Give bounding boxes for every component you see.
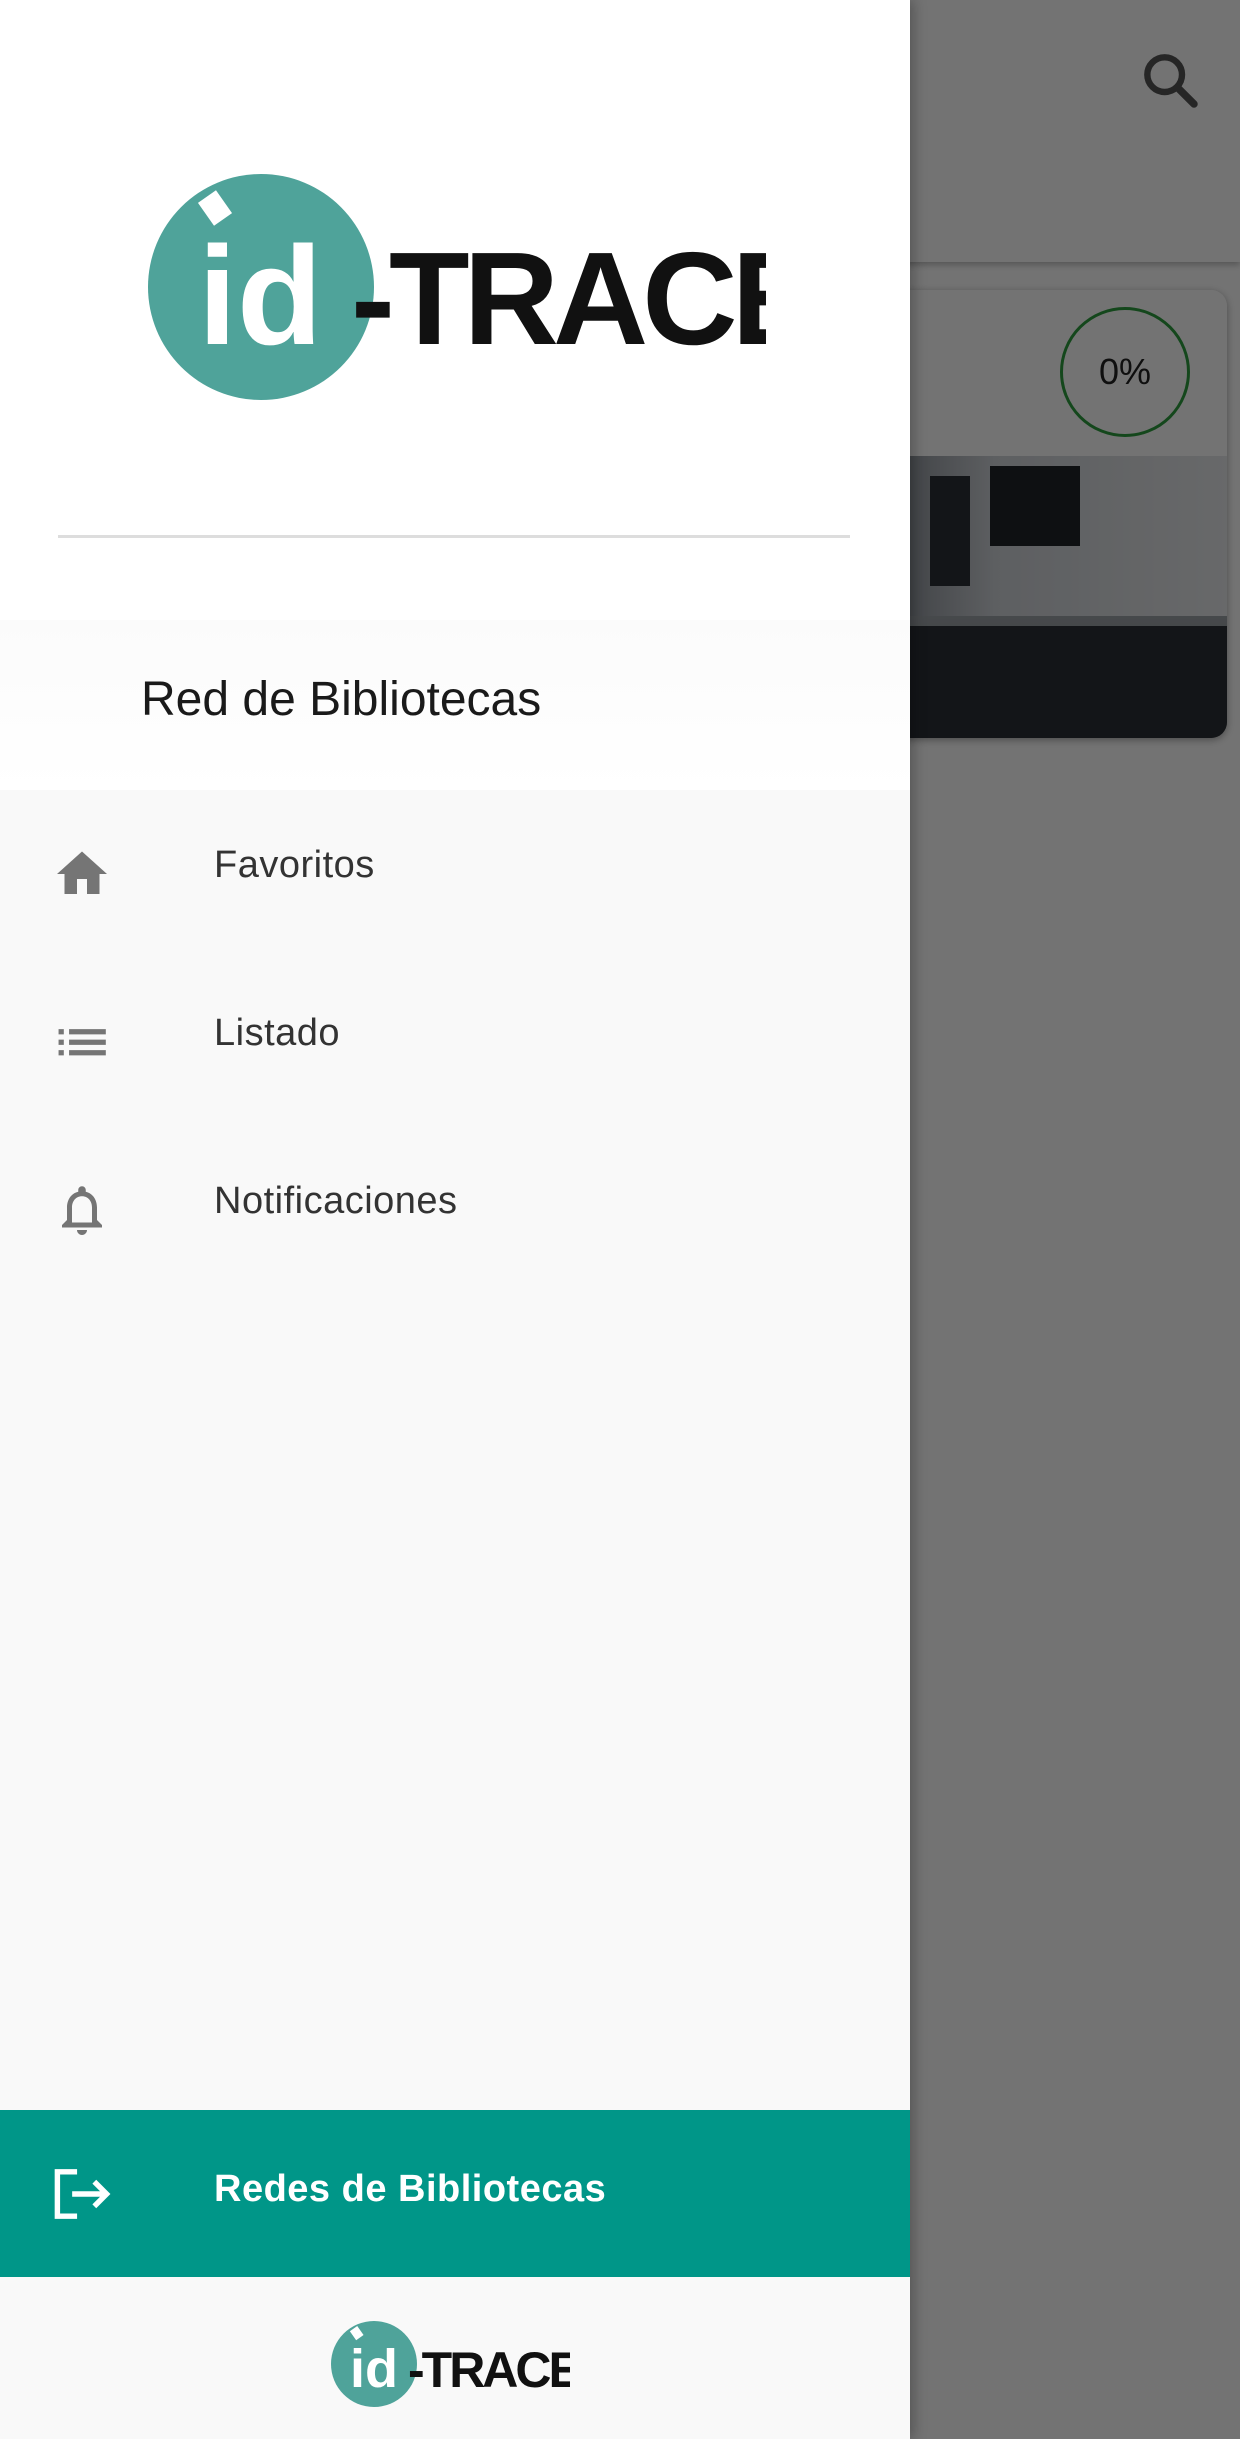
menu-item-notificaciones[interactable]: Notificaciones xyxy=(0,1126,910,1294)
redes-bibliotecas-label: Redes de Bibliotecas xyxy=(214,2168,607,2210)
bell-icon xyxy=(62,1186,102,1235)
menu-item-label: Listado xyxy=(214,1012,341,1054)
menu-item-label: Notificaciones xyxy=(214,1180,458,1222)
network-title: Red de Bibliotecas xyxy=(141,673,542,726)
network-title-row: Red de Bibliotecas xyxy=(0,620,910,790)
home-icon xyxy=(57,851,107,894)
header-divider xyxy=(58,535,850,538)
logout-icon xyxy=(54,2169,111,2219)
footer-logo-brand-text: -TRACE xyxy=(408,2342,570,2398)
footer-logo-mark-text: id xyxy=(350,2339,398,2399)
list-icon xyxy=(58,1029,106,1056)
idtrace-logo: id -TRACE xyxy=(148,174,766,400)
drawer-header: id -TRACE xyxy=(0,0,910,620)
redes-bibliotecas-button[interactable]: Redes de Bibliotecas xyxy=(0,2110,910,2277)
idtrace-footer-logo: id -TRACE xyxy=(331,2321,570,2407)
navigation-drawer: id -TRACE Red de Bibliotecas Favoritos L… xyxy=(0,0,910,2439)
menu-item-label: Favoritos xyxy=(214,844,375,886)
menu-item-favoritos[interactable]: Favoritos xyxy=(0,790,910,958)
menu-item-listado[interactable]: Listado xyxy=(0,958,910,1126)
logo-mark-text: id xyxy=(198,217,322,374)
logo-brand-text: -TRACE xyxy=(351,225,766,372)
